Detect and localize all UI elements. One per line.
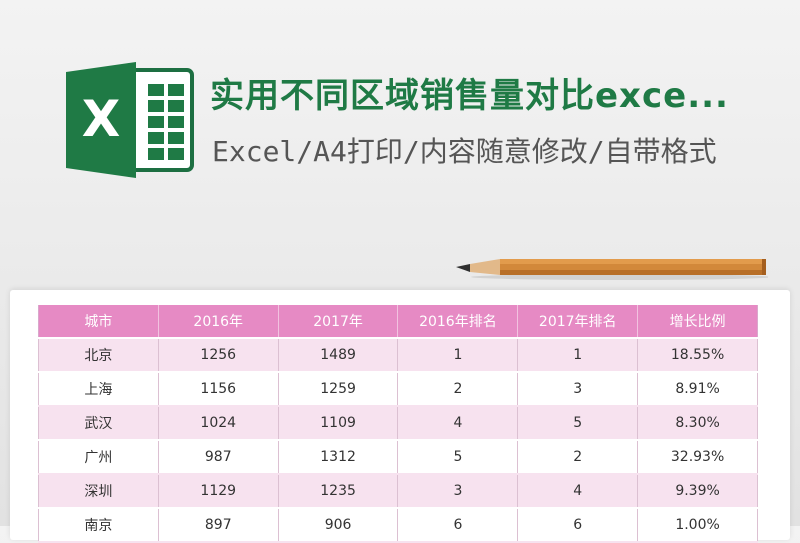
cell-growth: 9.39%	[637, 474, 758, 509]
column-header-growth: 增长比例	[637, 305, 758, 339]
table-row: 南京 897 906 6 6 1.00%	[38, 508, 758, 543]
cell-2017: 1235	[277, 474, 399, 509]
cell-2016: 1156	[157, 372, 279, 407]
page-subtitle: Excel/A4打印/内容随意修改/自带格式	[212, 135, 717, 168]
cell-city: 广州	[38, 440, 159, 475]
cell-2017-rank: 1	[517, 338, 639, 373]
cell-2016-rank: 6	[397, 508, 519, 543]
column-header-2016-rank: 2016年排名	[397, 305, 519, 339]
column-header-2017-rank: 2017年排名	[517, 305, 639, 339]
cell-2017: 1312	[277, 440, 399, 475]
cell-2016-rank: 4	[397, 406, 519, 441]
cell-growth: 8.91%	[637, 372, 758, 407]
cell-2017: 1109	[277, 406, 399, 441]
table-row: 上海 1156 1259 2 3 8.91%	[38, 372, 758, 407]
cell-2017-rank: 6	[517, 508, 639, 543]
cell-2016-rank: 1	[397, 338, 519, 373]
pencil-icon	[456, 259, 768, 280]
cell-2016: 987	[157, 440, 279, 475]
cell-growth: 18.55%	[637, 338, 758, 373]
cell-2017-rank: 3	[517, 372, 639, 407]
cell-2016: 1024	[157, 406, 279, 441]
cell-2017-rank: 2	[517, 440, 639, 475]
sales-comparison-table: 城市 2016年 2017年 2016年排名 2017年排名 增长比例 北京 1…	[38, 305, 758, 543]
cell-2017: 1259	[277, 372, 399, 407]
cell-2016: 897	[157, 508, 279, 543]
cell-2016-rank: 5	[397, 440, 519, 475]
table-row: 武汉 1024 1109 4 5 8.30%	[38, 406, 758, 441]
cell-growth: 8.30%	[637, 406, 758, 441]
cell-2017-rank: 4	[517, 474, 639, 509]
excel-logo-letter: X	[82, 90, 121, 148]
cell-2016: 1256	[157, 338, 279, 373]
cell-2016-rank: 2	[397, 372, 519, 407]
cell-2016-rank: 3	[397, 474, 519, 509]
table-row: 北京 1256 1489 1 1 18.55%	[38, 338, 758, 373]
table-row: 广州 987 1312 5 2 32.93%	[38, 440, 758, 475]
cell-growth: 1.00%	[637, 508, 758, 543]
cell-2017: 1489	[277, 338, 399, 373]
column-header-2017: 2017年	[277, 305, 399, 339]
cell-city: 南京	[38, 508, 159, 543]
cell-city: 上海	[38, 372, 159, 407]
cell-city: 武汉	[38, 406, 159, 441]
cell-2016: 1129	[157, 474, 279, 509]
excel-icon: X	[66, 62, 194, 178]
column-header-2016: 2016年	[157, 305, 279, 339]
table-row: 深圳 1129 1235 3 4 9.39%	[38, 474, 758, 509]
column-header-city: 城市	[38, 305, 159, 339]
cell-city: 深圳	[38, 474, 159, 509]
cell-2017: 906	[277, 508, 399, 543]
cell-city: 北京	[38, 338, 159, 373]
page-title: 实用不同区域销售量对比exce...	[210, 76, 729, 116]
table-header-row: 城市 2016年 2017年 2016年排名 2017年排名 增长比例	[38, 305, 758, 339]
cell-2017-rank: 5	[517, 406, 639, 441]
cell-growth: 32.93%	[637, 440, 758, 475]
